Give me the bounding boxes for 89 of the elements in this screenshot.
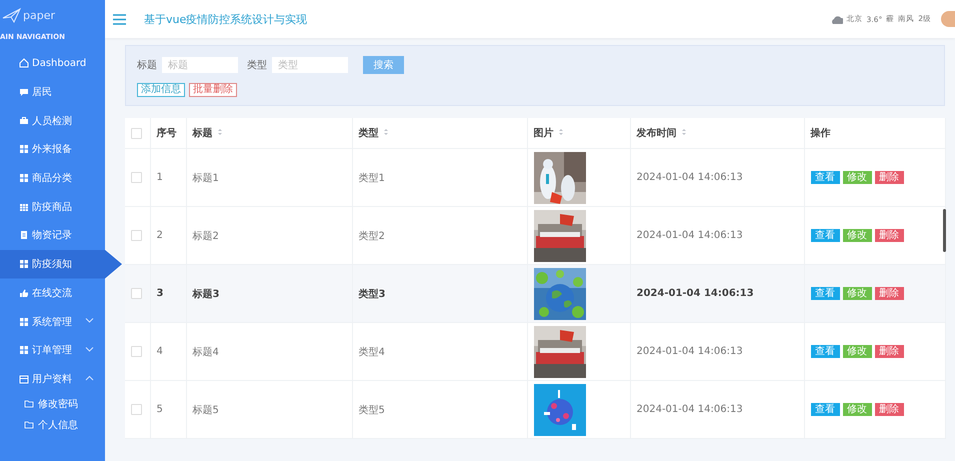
sort-icon [216,128,222,136]
table-cell: 1 [150,148,186,206]
house-icon [19,58,29,68]
row-checkbox[interactable] [131,288,142,299]
column-header[interactable]: 标题 [186,118,352,148]
input-field[interactable]: 类型 [272,57,348,73]
grid-icon [19,259,29,270]
search-button[interactable]: 搜索 [363,56,404,74]
table-cell: 类型1 [352,148,527,206]
view-button[interactable]: 查看 [810,403,840,416]
row-checkbox[interactable] [131,346,142,357]
chat-icon [19,87,29,98]
table-cell: 2024-01-04 14:06:13 [630,380,804,438]
field-label: 类型 [247,58,267,72]
table-cell: 2024-01-04 14:06:13 [630,322,804,380]
delete-button[interactable]: 删除 [874,287,904,300]
app-title: 基于vue疫情防控系统设计与实现 [144,12,308,26]
grid-icon [19,345,29,356]
nav-item[interactable]: 物资记录 [0,221,105,250]
table-cell: 2024-01-04 14:06:13 [630,264,804,322]
table-cell: 类型5 [352,380,527,438]
edit-button[interactable]: 修改 [842,403,872,416]
delete-button[interactable]: 批量删除 [189,83,237,97]
grid-icon [19,173,29,184]
menu-icon[interactable] [113,14,126,24]
nav-item[interactable]: 用户资料 [0,364,105,394]
row-checkbox[interactable] [131,404,142,415]
table-cell: 标题5 [186,380,352,438]
nav-item[interactable]: 订单管理 [0,336,105,365]
table-cell: 类型3 [352,264,527,322]
view-button[interactable]: 查看 [810,171,840,184]
row-checkbox[interactable] [131,230,142,241]
sort-icon [558,128,564,136]
view-button[interactable]: 查看 [810,229,840,242]
paper-plane-icon [2,8,21,22]
table-cell: 标题1 [186,148,352,206]
nav-item[interactable]: 人员检测 [0,106,105,136]
logo-text: paper [23,8,55,22]
nav-item[interactable]: 系统管理 [0,307,105,336]
nav-item[interactable]: 在线交流 [0,278,105,308]
select-all-checkbox[interactable] [131,128,142,138]
field-label: 标题 [137,58,157,72]
input-field[interactable]: 标题 [162,57,238,73]
table-cell: 标题4 [186,322,352,380]
briefcase-icon [19,116,29,126]
nav-item[interactable]: 居民 [0,78,105,106]
column-header: 序号 [150,118,186,148]
nav-item[interactable]: 商品分类 [0,164,105,192]
table-cell: 3 [150,264,186,322]
column-header[interactable]: 类型 [352,118,527,148]
grid-icon [19,144,29,154]
nav-item[interactable]: 防疫须知 [0,250,122,278]
cloud-icon [830,14,843,24]
row-checkbox[interactable] [131,172,142,183]
edit-button[interactable]: 修改 [842,171,872,184]
column-header: 操作 [804,118,945,148]
table-icon [19,202,29,212]
delete-button[interactable]: 删除 [874,229,904,242]
submenu-item[interactable]: 个人信息 [0,414,105,436]
thumbs-up-icon [19,288,29,298]
column-header[interactable]: 图片 [527,118,630,148]
table-cell: 类型4 [352,322,527,380]
column-header[interactable]: 发布时间 [630,118,804,148]
edit-button[interactable]: 修改 [842,287,872,300]
folder-icon [24,399,34,408]
sort-icon [680,128,686,136]
folder-icon [24,420,34,430]
delete-button[interactable]: 删除 [874,345,904,358]
view-button[interactable]: 查看 [810,345,840,358]
card-icon [19,374,29,384]
grid-icon [19,316,29,327]
submenu-item[interactable]: 修改密码 [0,393,105,414]
nav-item[interactable]: Dashboard [0,49,105,78]
document-icon [19,230,29,240]
delete-button[interactable]: 删除 [874,403,904,416]
scrollbar-thumb[interactable] [943,209,946,252]
edit-button[interactable]: 修改 [842,345,872,358]
table-cell: 5 [150,380,186,438]
table-cell: 标题3 [186,264,352,322]
view-button[interactable]: 查看 [810,287,840,300]
nav-item[interactable]: 防疫商品 [0,192,105,222]
avatar[interactable] [941,11,955,27]
nav-item[interactable]: 外来报备 [0,135,105,164]
table-cell: 4 [150,322,186,380]
delete-button[interactable]: 删除 [874,171,904,184]
table-cell: 2024-01-04 14:06:13 [630,148,804,206]
edit-button[interactable]: 修改 [842,229,872,242]
add-button[interactable]: 添加信息 [137,83,185,97]
sort-icon [382,128,388,136]
